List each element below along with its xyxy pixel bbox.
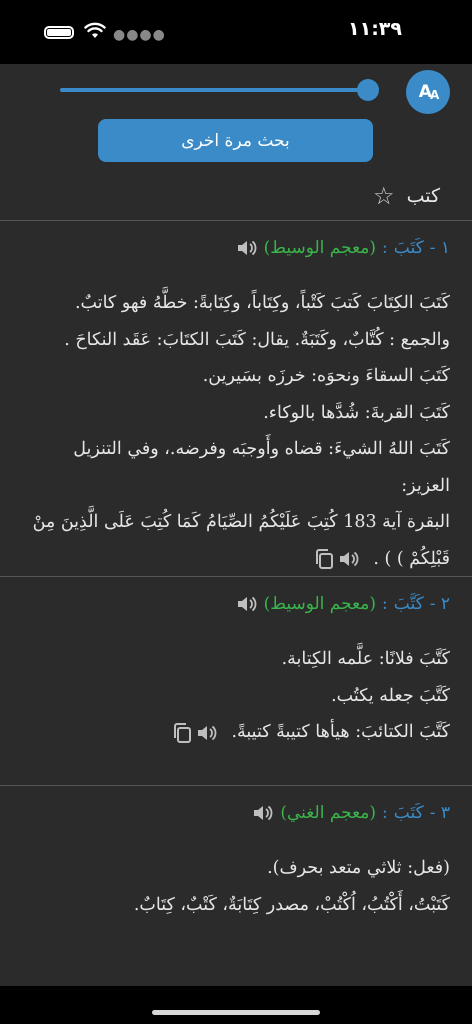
results-list: ١ - كَتَبَ : (معجم الوسيط) كَتَبَ الكِتَ… (0, 221, 472, 986)
search-toolbar: AA بحث مرة اخرى كتب ☆ (0, 64, 472, 221)
query-word: كتب (406, 185, 440, 207)
home-indicator[interactable] (152, 1010, 320, 1015)
entry-header: ٢ - كَتَّبَ : (معجم الوسيط) (22, 589, 450, 619)
bottom-bar (0, 986, 472, 1024)
entry-header: ٣ - كَتَبَ : (معجم الغني) (22, 798, 450, 828)
query-row: كتب ☆ (373, 182, 440, 210)
entry-dictionary: (معجم الوسيط) (263, 594, 377, 614)
battery-icon (44, 26, 74, 39)
star-icon[interactable]: ☆ (373, 182, 395, 210)
list-item: ٣ - كَتَبَ : (معجم الغني) (فعل: ثلاثي مت… (0, 786, 472, 937)
entry-definition: (فعل: ثلاثي متعد بحرف). كَتَبْتُ، أَكْتُ… (133, 858, 450, 915)
font-size-icon[interactable]: AA (406, 70, 450, 114)
list-item: ٢ - كَتَّبَ : (معجم الوسيط) كَتَّبَ فلان… (0, 577, 472, 786)
entry-word: كَتَبَ (393, 803, 424, 823)
entry-separator: : (382, 803, 388, 823)
entry-separator: : (382, 594, 388, 614)
speaker-icon[interactable] (252, 804, 274, 822)
speaker-icon[interactable] (236, 239, 258, 257)
status-time: ١١:٣٩ (348, 18, 402, 40)
entry-number: ٣ - (429, 803, 450, 823)
entry-number: ١ - (429, 238, 450, 258)
entry-definition: كَتَّبَ فلانًا: علَّمه الكِتابة. كَتَّبَ… (22, 641, 450, 751)
status-bar: ●●●● ١١:٣٩ (0, 0, 472, 64)
speaker-icon[interactable] (236, 595, 258, 613)
entry-word: كَتَبَ (393, 238, 424, 258)
copy-icon[interactable] (314, 548, 334, 570)
wifi-icon (84, 22, 106, 38)
entry-dictionary: (معجم الوسيط) (263, 238, 377, 258)
search-again-button[interactable]: بحث مرة اخرى (98, 119, 373, 162)
copy-icon[interactable] (172, 722, 192, 744)
entry-separator: : (382, 238, 388, 258)
entry-dictionary: (معجم الغني) (280, 803, 377, 823)
entry-definition: كَتَبَ الكِتَابَ كَتبَ كَتْباً، وكِتَابا… (32, 293, 450, 570)
entry-header: ١ - كَتَبَ : (معجم الوسيط) (22, 233, 450, 263)
signal-dots-icon: ●●●● (113, 27, 166, 43)
entry-number: ٢ - (429, 594, 450, 614)
font-size-slider[interactable] (60, 79, 380, 101)
speaker-icon[interactable] (196, 724, 218, 742)
speaker-icon[interactable] (338, 550, 360, 568)
list-item: ١ - كَتَبَ : (معجم الوسيط) كَتَبَ الكِتَ… (0, 221, 472, 577)
font-size-slider-thumb[interactable] (357, 79, 380, 101)
entry-word: كَتَّبَ (393, 594, 424, 614)
